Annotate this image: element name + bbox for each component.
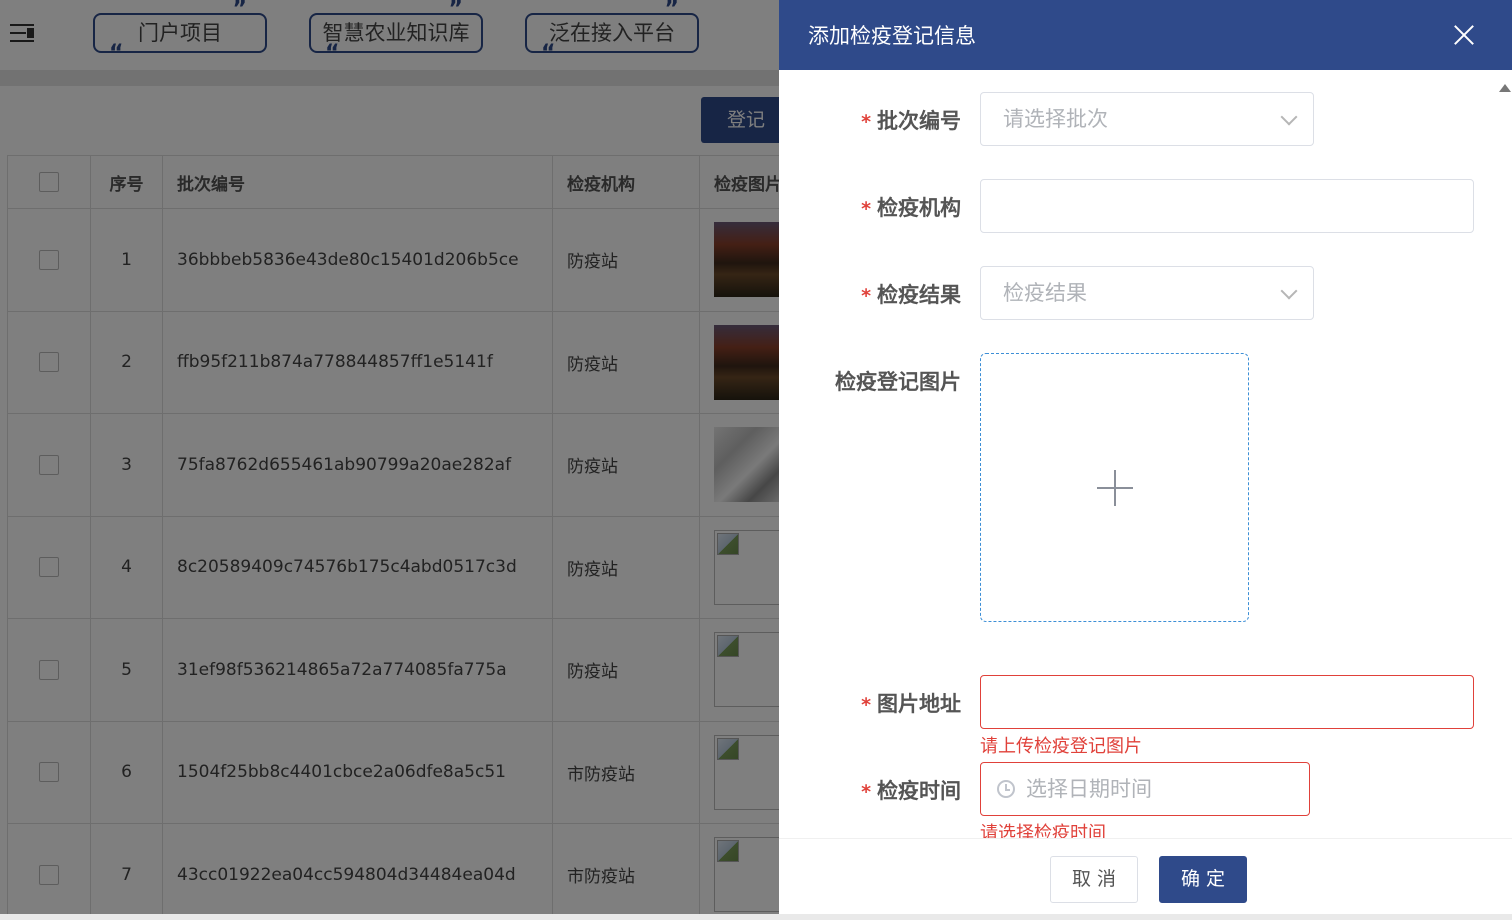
image-label: 检疫登记图片 (835, 370, 961, 394)
confirm-button[interactable]: 确 定 (1159, 856, 1247, 903)
result-label: * 检疫结果 (861, 283, 961, 307)
result-placeholder: 检疫结果 (1003, 281, 1087, 305)
cancel-button[interactable]: 取 消 (1050, 856, 1138, 903)
required-mark: * (861, 285, 871, 307)
image-uploader[interactable] (980, 353, 1249, 622)
drawer-footer: 取 消 确 定 (779, 838, 1512, 914)
time-placeholder: 选择日期时间 (1026, 777, 1152, 801)
chevron-down-icon (1280, 282, 1298, 300)
required-mark: * (861, 198, 871, 220)
chevron-down-icon (1280, 108, 1298, 126)
app-root: ” 门户项目 “ ” 智慧农业知识库 “ ” 泛在接入平台 “ 登记 序号 批次… (0, 0, 1512, 920)
plus-icon (1097, 470, 1133, 506)
add-registration-drawer: 添加检疫登记信息 * 批次编号 请选择批次 * 检疫机构 * 检疫结果 检疫结果 检疫… (779, 0, 1512, 914)
batch-placeholder: 请选择批次 (1003, 107, 1108, 131)
drawer-title: 添加检疫登记信息 (808, 24, 976, 48)
image-url-label: * 图片地址 (861, 692, 961, 716)
required-mark: * (861, 111, 871, 133)
time-picker[interactable]: 选择日期时间 (980, 762, 1310, 816)
drawer-header: 添加检疫登记信息 (779, 0, 1512, 70)
image-url-error: 请上传检疫登记图片 (980, 736, 1142, 757)
org-label: * 检疫机构 (861, 196, 961, 220)
batch-label: * 批次编号 (861, 109, 961, 133)
batch-select[interactable]: 请选择批次 (980, 92, 1314, 146)
scroll-up-icon[interactable] (1499, 84, 1511, 92)
clock-icon (997, 780, 1015, 798)
result-select[interactable]: 检疫结果 (980, 266, 1314, 320)
required-mark: * (861, 781, 871, 803)
close-icon[interactable] (1449, 20, 1479, 50)
page-bottom-border (0, 914, 1512, 920)
required-mark: * (861, 694, 871, 716)
time-label: * 检疫时间 (861, 779, 961, 803)
image-url-input[interactable] (980, 675, 1474, 729)
org-input[interactable] (980, 179, 1474, 233)
